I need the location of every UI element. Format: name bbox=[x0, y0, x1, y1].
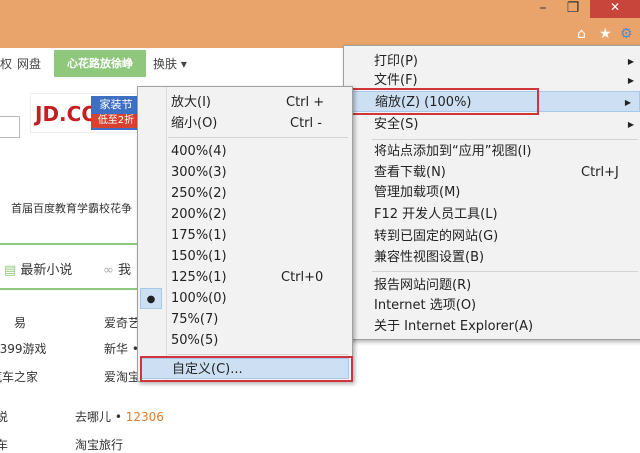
star-icon[interactable]: ★ bbox=[599, 26, 612, 42]
zoom-175[interactable]: 175%(1) bbox=[138, 225, 352, 246]
tab-label: 我 bbox=[117, 263, 131, 278]
submenu-arrow-icon: ▶ bbox=[627, 76, 634, 85]
menu-item-label: 转到已固定的网站(G) bbox=[374, 229, 499, 244]
menu-item-label: 400%(4) bbox=[171, 144, 227, 159]
zoom-in[interactable]: 放大(I) Ctrl + bbox=[138, 92, 352, 113]
link-label: 去哪儿 • bbox=[75, 410, 126, 424]
menu-item-label: 管理加载项(M) bbox=[374, 185, 461, 200]
submenu-arrow-icon: ▶ bbox=[627, 120, 634, 129]
separator bbox=[372, 139, 638, 140]
zoom-submenu: 放大(I) Ctrl + 缩小(O) Ctrl - 400%(4) 300%(3) … bbox=[137, 86, 353, 382]
menu-item-label: Internet 选项(O) bbox=[374, 298, 477, 313]
zoom-100[interactable]: ● 100%(0) bbox=[138, 288, 352, 309]
zoom-300[interactable]: 300%(3) bbox=[138, 162, 352, 183]
highlight-box bbox=[140, 356, 353, 382]
site-link-autohome[interactable]: 汽车之家 bbox=[0, 368, 38, 385]
menu-f12-devtools[interactable]: F12 开发人员工具(L) bbox=[344, 204, 640, 225]
highlight-box bbox=[345, 88, 539, 115]
zoom-125[interactable]: 125%(1) Ctrl+0 bbox=[138, 267, 352, 288]
menu-safety[interactable]: 安全(S) ▶ bbox=[344, 114, 640, 135]
separator bbox=[372, 271, 638, 272]
menu-item-label: 兼容性视图设置(B) bbox=[374, 250, 485, 265]
menu-item-label: 将站点添加到“应用”视图(I) bbox=[374, 144, 532, 159]
zoom-50[interactable]: 50%(5) bbox=[138, 330, 352, 351]
menu-item-label: Ctrl+0 bbox=[281, 270, 324, 285]
menu-item-label: 50%(5) bbox=[171, 333, 219, 348]
promo-tag[interactable]: 心花路放徐峥 bbox=[54, 50, 146, 77]
menu-item-label: 放大(I) bbox=[171, 95, 211, 110]
site-link-xinhua[interactable]: 新华 • bbox=[104, 340, 139, 357]
site-link[interactable]: 车 bbox=[0, 436, 8, 453]
menu-item-label: 200%(2) bbox=[171, 207, 227, 222]
site-link[interactable]: 易 bbox=[14, 314, 26, 331]
menu-item-label: 150%(1) bbox=[171, 249, 227, 264]
promo-subtext: 低至2折 bbox=[91, 114, 141, 128]
menu-add-site-to-apps[interactable]: 将站点添加到“应用”视图(I) bbox=[344, 141, 640, 162]
menu-compat-view[interactable]: 兼容性视图设置(B) bbox=[344, 247, 640, 268]
skin-button[interactable]: 换肤 ▾ bbox=[153, 55, 187, 72]
separator bbox=[168, 354, 348, 355]
submenu-arrow-icon: ▶ bbox=[624, 98, 631, 107]
site-link-iqiyi[interactable]: 爱奇艺 bbox=[104, 314, 140, 331]
jd-ad[interactable]: JD.COM 家装节 低至2折 bbox=[30, 93, 141, 133]
menu-manage-addons[interactable]: 管理加载项(M) bbox=[344, 182, 640, 203]
selected-bullet-icon: ● bbox=[140, 288, 162, 309]
menu-item-label: 缩小(O) bbox=[171, 116, 218, 131]
menu-item-label: F12 开发人员工具(L) bbox=[374, 207, 498, 222]
nav-item[interactable]: 权 bbox=[0, 55, 12, 72]
book-icon: ▤ bbox=[4, 263, 21, 278]
site-link-4399[interactable]: 4399游戏 bbox=[0, 340, 47, 357]
zoom-75[interactable]: 75%(7) bbox=[138, 309, 352, 330]
menu-view-downloads[interactable]: 查看下载(N) Ctrl+J bbox=[344, 162, 640, 183]
site-link[interactable]: 说 bbox=[0, 408, 8, 425]
submenu-arrow-icon: ▶ bbox=[627, 57, 634, 66]
menu-item-label: 关于 Internet Explorer(A) bbox=[374, 319, 534, 334]
menu-item-label: 175%(1) bbox=[171, 228, 227, 243]
menu-item-label: 300%(3) bbox=[171, 165, 227, 180]
zoom-150[interactable]: 150%(1) bbox=[138, 246, 352, 267]
menu-item-label: 报告网站问题(R) bbox=[374, 278, 472, 293]
maximize-button[interactable]: ❐ bbox=[560, 0, 586, 20]
zoom-250[interactable]: 250%(2) bbox=[138, 183, 352, 204]
zoom-out[interactable]: 缩小(O) Ctrl - bbox=[138, 113, 352, 134]
zoom-400[interactable]: 400%(4) bbox=[138, 141, 352, 162]
menu-about-ie[interactable]: 关于 Internet Explorer(A) bbox=[344, 316, 640, 337]
site-link-aitaobao[interactable]: 爱淘宝 bbox=[104, 368, 140, 385]
menu-pinned-sites[interactable]: 转到已固定的网站(G) bbox=[344, 226, 640, 247]
link-icon: ∞ bbox=[103, 263, 118, 278]
menu-item-label: Ctrl - bbox=[290, 116, 322, 131]
promo-banner: 家装节 低至2折 bbox=[91, 96, 141, 130]
menu-item-label: 125%(1) bbox=[171, 270, 227, 285]
tab-other[interactable]: ∞ 我 bbox=[103, 259, 131, 278]
menu-item-label: 查看下载(N) bbox=[374, 165, 446, 180]
site-link-taobao-travel[interactable]: 淘宝旅行 bbox=[75, 436, 123, 453]
gear-icon[interactable]: ⚙ bbox=[620, 26, 633, 42]
zoom-200[interactable]: 200%(2) bbox=[138, 204, 352, 225]
news-link[interactable]: 首届百度教育学霸校花争 bbox=[11, 200, 132, 216]
tab-label: 最新小说 bbox=[20, 263, 73, 278]
menu-item-label: 打印(P) bbox=[374, 54, 418, 69]
link-12306[interactable]: 12306 bbox=[126, 410, 164, 424]
close-button[interactable]: ✕ bbox=[590, 0, 640, 18]
separator bbox=[168, 137, 348, 138]
promo-text: 家装节 bbox=[99, 98, 133, 111]
menu-report-problem[interactable]: 报告网站问题(R) bbox=[344, 275, 640, 296]
site-link-qunar[interactable]: 去哪儿 • 12306 bbox=[75, 408, 164, 425]
minimize-button[interactable]: – bbox=[528, 0, 558, 20]
menu-print[interactable]: 打印(P) ▶ bbox=[344, 51, 640, 72]
menu-item-label: 75%(7) bbox=[171, 312, 219, 327]
menu-item-label: 250%(2) bbox=[171, 186, 227, 201]
home-icon[interactable]: ⌂ bbox=[577, 26, 586, 42]
search-input[interactable] bbox=[0, 116, 20, 138]
menu-internet-options[interactable]: Internet 选项(O) bbox=[344, 295, 640, 316]
menu-item-label: 100%(0) bbox=[171, 291, 227, 306]
tab-latest-novels[interactable]: ▤ 最新小说 bbox=[4, 259, 72, 278]
nav-netdisk[interactable]: 网盘 bbox=[17, 55, 41, 72]
menu-item-label: 安全(S) bbox=[374, 117, 419, 132]
menu-item-label: Ctrl+J bbox=[581, 165, 619, 180]
menu-item-label: Ctrl + bbox=[286, 95, 325, 110]
